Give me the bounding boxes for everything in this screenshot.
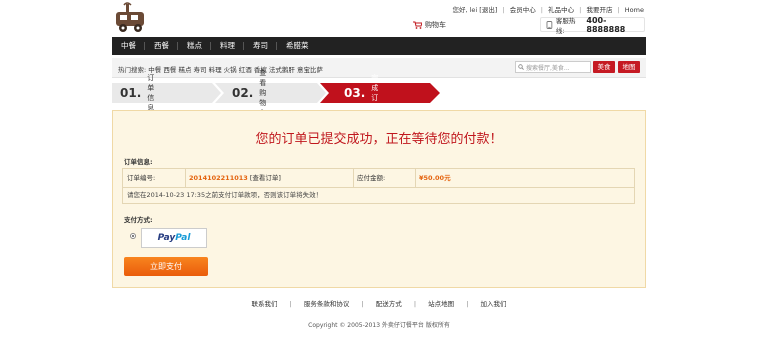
nav-item-cuisine[interactable]: 料理 [211,37,244,55]
order-no-cell: 2014102211013 [查看订单] [185,169,353,187]
pay-now-button[interactable]: 立即支付 [124,257,208,276]
view-order-link[interactable]: [查看订单] [250,174,281,182]
cart-link[interactable]: 购物车 [413,20,446,30]
hot-item[interactable]: 意宝比萨 [297,66,323,74]
footer-link-delivery[interactable]: 配送方式 [376,300,402,308]
order-no-label: 订单编号: [127,174,156,182]
hotline-number: 400-8888888 [586,15,626,34]
order-info-title: 订单信息: [124,158,153,166]
step-number: 03. [344,86,366,100]
search-placeholder: 搜索餐厅,美食... [526,64,570,72]
open-store-link[interactable]: 我要开店 [586,6,612,14]
paypal-logo-pay: Pay [157,233,176,243]
step-complete: 03. 完成订单 [336,74,378,112]
hot-item[interactable]: 糕点 [178,66,191,74]
step-number: 01. [120,86,142,100]
step-order-info: 01. 订单信息 [112,74,154,112]
home-link[interactable]: Home [625,6,644,14]
payment-method-title: 支付方式: [124,216,153,224]
nav-item-sushi[interactable]: 寿司 [244,37,277,55]
member-center-link[interactable]: 会员中心 [510,6,536,14]
hot-item[interactable]: 法式鹅肝 [269,66,295,74]
hot-item[interactable]: 料理 [209,66,222,74]
search-input[interactable]: 搜索餐厅,美食... [515,61,591,73]
nav-item-greek[interactable]: 希腊菜 [277,37,318,55]
hotline-label: 客服热线: [555,16,576,35]
cart-label: 购物车 [425,21,446,29]
table-row: 订单编号: 2014102211013 [查看订单] 应付金额: ¥50.00元 [123,169,634,188]
top-links: 您好, lei [退出] | 会员中心 | 礼品中心 | 我要开店 | Home [452,6,644,14]
step-label: 订单信息 [147,74,155,112]
food-truck-logo[interactable] [112,2,148,34]
hot-item[interactable]: 西餐 [163,66,176,74]
paypal-option[interactable]: Pay Pal [141,228,207,248]
paypal-radio[interactable] [130,233,136,239]
hot-search-label: 热门搜索: [118,66,147,74]
nav-item-chinese[interactable]: 中餐 [112,37,145,55]
hot-item[interactable]: 寿司 [194,66,207,74]
step-view-cart: 02. 查看购物车 [224,69,266,117]
hot-item[interactable]: 火锅 [224,66,237,74]
search-food-button[interactable]: 美食 [593,61,615,73]
phone-icon [546,20,553,29]
success-headline: 您的订单已提交成功，正在等待您的付款！ [255,132,503,147]
hotline-box: 客服热线: 400-8888888 [540,15,645,35]
logout-link[interactable]: [退出] [479,6,497,14]
order-info-table: 订单编号: 2014102211013 [查看订单] 应付金额: ¥50.00元… [122,168,635,204]
paypal-logo-pal: Pal [175,233,191,243]
greeting: 您好, lei [452,6,478,14]
footer-link-join[interactable]: 加入我们 [480,300,506,308]
hot-item[interactable]: 红酒 [239,66,252,74]
search-map-button[interactable]: 地图 [618,61,640,73]
nav-item-western[interactable]: 西餐 [145,37,178,55]
nav-item-pastry[interactable]: 糕点 [178,37,211,55]
main-nav: 中餐 西餐 糕点 料理 寿司 希腊菜 [112,37,646,55]
gift-center-link[interactable]: 礼品中心 [548,6,574,14]
footer-link-contact[interactable]: 联系我们 [252,300,278,308]
amount-value: ¥50.00元 [419,174,451,182]
footer-links: 联系我们 | 服务条款和协议 | 配送方式 | 站点地图 | 加入我们 [251,300,507,308]
steps-background [112,83,440,103]
footer-link-sitemap[interactable]: 站点地图 [428,300,454,308]
search-icon [518,64,524,70]
step-number: 02. [232,86,254,100]
cart-icon [413,21,422,29]
copyright: Copyright © 2005-2013 外卖仔订餐平台 版权所有 [308,322,450,329]
step-label: 完成订单 [371,74,379,112]
order-number: 2014102211013 [189,174,248,182]
payment-deadline-note: 请您在2014-10-23 17:35之前支付订单款项，否则该订单将失效！ [127,191,323,199]
amount-label: 应付金额: [357,174,386,182]
footer-link-terms[interactable]: 服务条款和协议 [304,300,350,308]
